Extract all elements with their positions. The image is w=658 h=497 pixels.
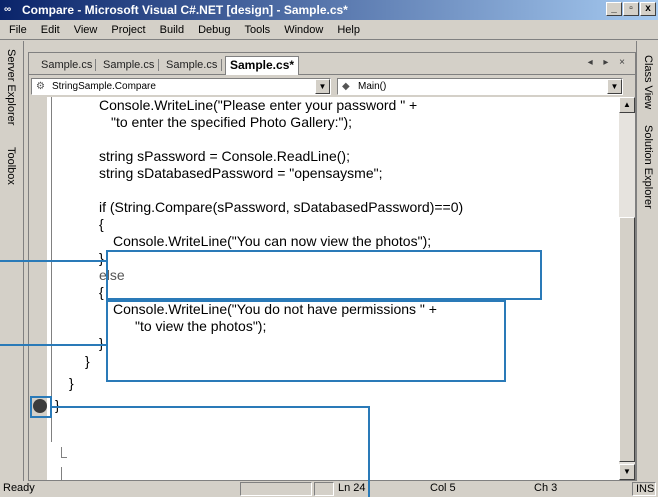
status-position: Ln 24 Col 5 Ch 3 bbox=[336, 482, 658, 496]
method-icon: ◆ bbox=[342, 81, 350, 92]
code-line: } bbox=[55, 397, 60, 413]
menu-view[interactable]: View bbox=[67, 24, 105, 36]
menu-help[interactable]: Help bbox=[330, 24, 367, 36]
scroll-down-button[interactable]: ▼ bbox=[619, 464, 635, 480]
menu-file[interactable]: File bbox=[2, 24, 34, 36]
scroll-up-button[interactable]: ▲ bbox=[619, 97, 635, 113]
code-line: } bbox=[99, 250, 104, 266]
class-icon: ⚙ bbox=[36, 81, 45, 92]
scroll-thumb[interactable] bbox=[619, 217, 635, 462]
tab-divider bbox=[221, 59, 222, 71]
code-line: } bbox=[85, 353, 90, 369]
member-combo[interactable]: ◆ Main() ▼ bbox=[337, 78, 623, 95]
menu-window[interactable]: Window bbox=[277, 24, 330, 36]
code-line: } bbox=[69, 375, 74, 391]
window-controls: _ ▫ x bbox=[606, 2, 656, 16]
tab-sample-cs-1[interactable]: Sample.cs bbox=[37, 57, 96, 74]
code-line: Console.WriteLine("Please enter your pas… bbox=[99, 97, 418, 113]
menu-tools[interactable]: Tools bbox=[238, 24, 278, 36]
tab-scroll-close-controls[interactable]: ◂ ▸ × bbox=[588, 57, 629, 68]
code-line: "to enter the specified Photo Gallery:")… bbox=[111, 114, 353, 130]
code-line: string sPassword = Console.ReadLine(); bbox=[99, 148, 350, 164]
callout-leader-breakpoint bbox=[52, 406, 370, 408]
code-line: "to view the photos"); bbox=[135, 318, 267, 334]
breakpoint-icon[interactable] bbox=[33, 399, 47, 413]
tab-divider bbox=[95, 59, 96, 71]
status-column: Col 5 bbox=[430, 482, 456, 494]
tab-sample-cs-3[interactable]: Sample.cs bbox=[162, 57, 221, 74]
code-line: { bbox=[99, 284, 104, 300]
code-line: Console.WriteLine("You can now view the … bbox=[113, 233, 432, 249]
code-line: Console.WriteLine("You do not have permi… bbox=[113, 301, 437, 317]
class-combo[interactable]: ⚙ StringSample.Compare ▼ bbox=[31, 78, 331, 95]
dock-tab-solution-explorer[interactable]: Solution Explorer bbox=[642, 125, 654, 209]
chevron-down-icon[interactable]: ▼ bbox=[607, 79, 622, 94]
status-panel-empty bbox=[240, 482, 312, 496]
menu-bar: File Edit View Project Build Debug Tools… bbox=[0, 20, 658, 40]
class-combo-value: StringSample.Compare bbox=[52, 81, 156, 92]
minimize-button[interactable]: _ bbox=[606, 2, 622, 16]
outline-line bbox=[61, 467, 62, 480]
menu-edit[interactable]: Edit bbox=[34, 24, 67, 36]
tab-sample-cs-active[interactable]: Sample.cs* bbox=[225, 56, 300, 75]
breakpoint-gutter[interactable] bbox=[29, 97, 47, 480]
menu-debug[interactable]: Debug bbox=[191, 24, 237, 36]
status-insert-mode: INS bbox=[632, 482, 656, 496]
tab-divider bbox=[158, 59, 159, 71]
outline-line bbox=[61, 447, 62, 457]
code-line: if (String.Compare(sPassword, sDatabased… bbox=[99, 199, 464, 215]
chevron-down-icon[interactable]: ▼ bbox=[315, 79, 330, 94]
vertical-scrollbar[interactable]: ▲ ▼ bbox=[619, 97, 635, 480]
callout-leader-else bbox=[0, 344, 106, 346]
dock-tab-toolbox[interactable]: Toolbox bbox=[5, 147, 17, 185]
code-line: } bbox=[99, 335, 104, 351]
callout-leader-if bbox=[0, 260, 106, 262]
restore-button[interactable]: ▫ bbox=[623, 2, 639, 16]
code-area[interactable]: Console.WriteLine("Please enter your pas… bbox=[29, 97, 635, 480]
member-combo-value: Main() bbox=[358, 81, 387, 92]
tab-sample-cs-2[interactable]: Sample.cs bbox=[99, 57, 158, 74]
code-line: else bbox=[99, 267, 125, 283]
title-bar: ∞ Compare - Microsoft Visual C#.NET [des… bbox=[0, 0, 658, 20]
status-panel-empty bbox=[314, 482, 334, 496]
dock-tab-class-view[interactable]: Class View bbox=[642, 55, 654, 109]
dock-tab-server-explorer[interactable]: Server Explorer bbox=[5, 49, 17, 125]
status-message: Ready bbox=[3, 482, 35, 494]
code-line: { bbox=[99, 216, 104, 232]
status-bar: Ready Ln 24 Col 5 Ch 3 INS bbox=[0, 481, 658, 497]
window-title: Compare - Microsoft Visual C#.NET [desig… bbox=[22, 3, 348, 17]
status-char: Ch 3 bbox=[534, 482, 558, 494]
app-icon: ∞ bbox=[4, 4, 12, 15]
document-tabstrip: Sample.cs Sample.cs Sample.cs Sample.cs*… bbox=[29, 53, 635, 75]
code-editor: Sample.cs Sample.cs Sample.cs Sample.cs*… bbox=[28, 52, 636, 481]
menu-project[interactable]: Project bbox=[104, 24, 152, 36]
close-button[interactable]: x bbox=[640, 2, 656, 16]
outline-line bbox=[51, 97, 52, 442]
navigation-bar: ⚙ StringSample.Compare ▼ ◆ Main() ▼ bbox=[29, 75, 635, 97]
outline-line bbox=[61, 457, 67, 458]
menu-build[interactable]: Build bbox=[153, 24, 191, 36]
status-line: Ln 24 bbox=[338, 482, 366, 494]
right-dock: Class View Solution Explorer bbox=[636, 41, 658, 481]
code-line: string sDatabasedPassword = "opensaysme"… bbox=[99, 165, 383, 181]
